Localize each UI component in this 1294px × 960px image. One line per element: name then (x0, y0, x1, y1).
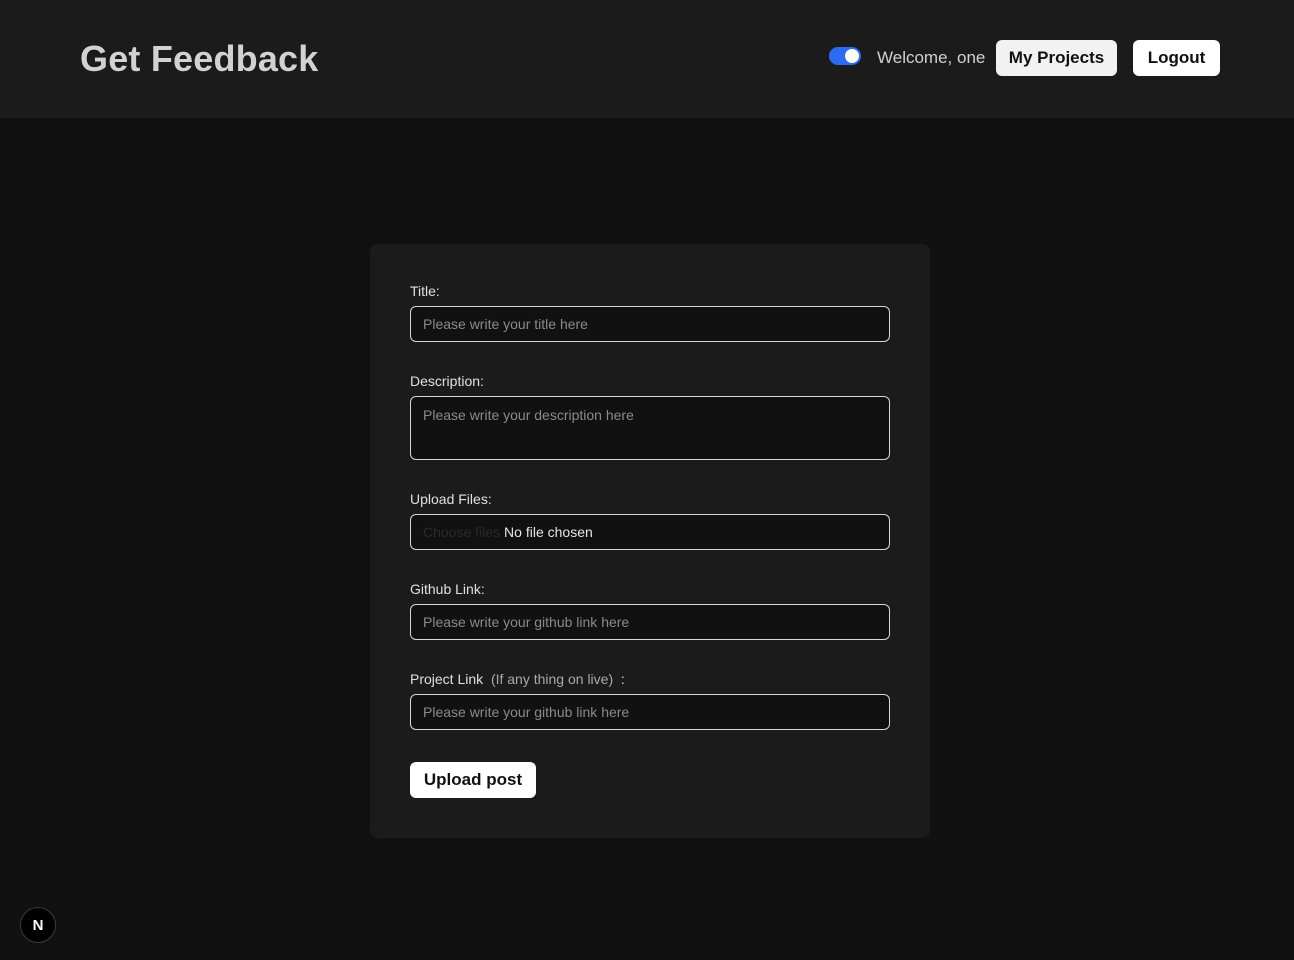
project-link-colon: : (620, 671, 625, 687)
description-textarea[interactable] (410, 396, 890, 460)
github-link-label: Github Link: (410, 581, 485, 597)
toggle-knob (845, 49, 859, 63)
upload-form-card: Title: Description: Upload Files: Choose… (370, 244, 930, 838)
project-link-label-text: Project Link (410, 671, 484, 687)
github-link-input[interactable] (410, 604, 890, 640)
upload-post-button[interactable]: Upload post (410, 762, 536, 798)
logout-button[interactable]: Logout (1133, 40, 1220, 76)
my-projects-button[interactable]: My Projects (996, 40, 1117, 76)
theme-toggle[interactable] (829, 47, 861, 65)
file-status-text: No file chosen (504, 524, 593, 540)
upload-files-label: Upload Files: (410, 491, 492, 507)
file-input[interactable]: Choose files No file chosen (410, 514, 890, 550)
brand-title: Get Feedback (80, 38, 319, 79)
description-label: Description: (410, 373, 484, 389)
choose-files-button[interactable]: Choose files (423, 524, 500, 540)
app-header: Get Feedback Welcome, one My Projects Lo… (0, 0, 1294, 118)
project-link-label: Project Link (If any thing on live) : (410, 671, 625, 687)
project-link-input[interactable] (410, 694, 890, 730)
nextjs-badge-icon[interactable]: N (20, 907, 56, 943)
title-input[interactable] (410, 306, 890, 342)
project-link-hint: (If any thing on live) (490, 671, 614, 687)
title-label: Title: (410, 283, 440, 299)
welcome-text: Welcome, one (877, 48, 986, 67)
